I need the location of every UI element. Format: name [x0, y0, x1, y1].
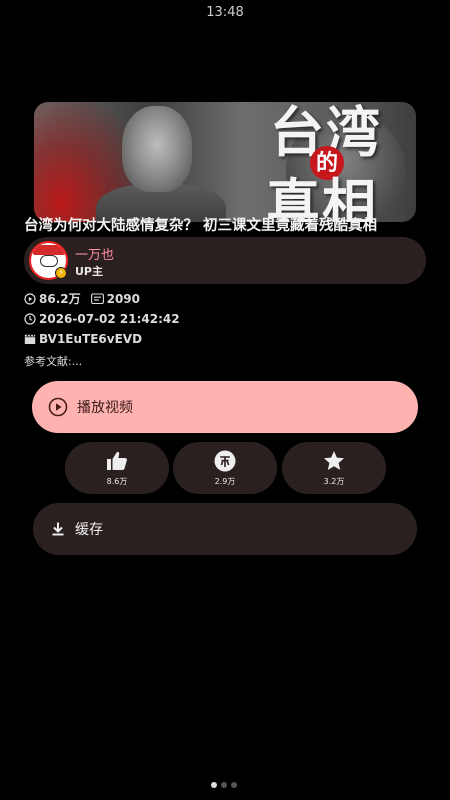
bvid-row[interactable]: BV1EuTE6vEVD	[24, 332, 142, 346]
cover-text-line2: 真相	[266, 172, 378, 222]
play-video-button[interactable]: 播放视频	[32, 381, 418, 433]
danmaku-icon	[90, 292, 104, 305]
star-icon	[322, 449, 346, 473]
page-dot-3[interactable]	[231, 782, 237, 788]
view-count: 86.2万	[39, 292, 81, 306]
cover-figure-head	[122, 106, 192, 192]
uploader-role: UP主	[75, 265, 103, 278]
play-video-label: 播放视频	[77, 400, 133, 416]
publish-time: 2026-07-02 21:42:42	[39, 312, 180, 326]
coin-icon	[213, 449, 237, 473]
favorite-button[interactable]: 3.2万	[282, 442, 386, 494]
clock-icon	[24, 313, 36, 325]
clapperboard-icon	[24, 333, 36, 345]
like-button[interactable]: 8.6万	[65, 442, 169, 494]
uploader-name: 一万也	[75, 248, 115, 263]
video-title: 台湾为何对大陆感情复杂？ 初三课文里竟藏着残酷真相	[24, 218, 378, 234]
coin-button[interactable]: 2.9万	[173, 442, 277, 494]
like-count: 8.6万	[106, 477, 128, 486]
page-dot-1[interactable]	[211, 782, 217, 788]
uploader-card[interactable]: ⚡ 一万也 UP主	[24, 237, 426, 284]
download-icon	[50, 521, 66, 537]
video-cover[interactable]: 台湾 的 真相	[34, 102, 416, 222]
stats-row: 86.2万 2090	[24, 290, 140, 307]
status-bar: 13:48	[0, 0, 450, 26]
coin-count: 2.9万	[214, 477, 236, 486]
play-circle-icon	[48, 397, 68, 417]
status-time: 13:48	[206, 5, 244, 20]
page-indicator	[211, 782, 237, 788]
publish-row: 2026-07-02 21:42:42	[24, 312, 180, 326]
danmaku-count: 2090	[106, 291, 141, 306]
verified-badge-icon: ⚡	[55, 267, 67, 279]
bvid: BV1EuTE6vEVD	[39, 332, 143, 346]
play-count-icon	[24, 292, 36, 305]
avatar-bow	[33, 245, 65, 255]
description[interactable]: 参考文献:...	[24, 353, 82, 369]
avatar-face	[40, 255, 58, 267]
cache-label: 缓存	[75, 522, 103, 538]
favorite-count: 3.2万	[323, 477, 345, 486]
thumbs-up-icon	[105, 449, 129, 473]
page-dot-2[interactable]	[221, 782, 227, 788]
cache-button[interactable]: 缓存	[33, 503, 417, 555]
